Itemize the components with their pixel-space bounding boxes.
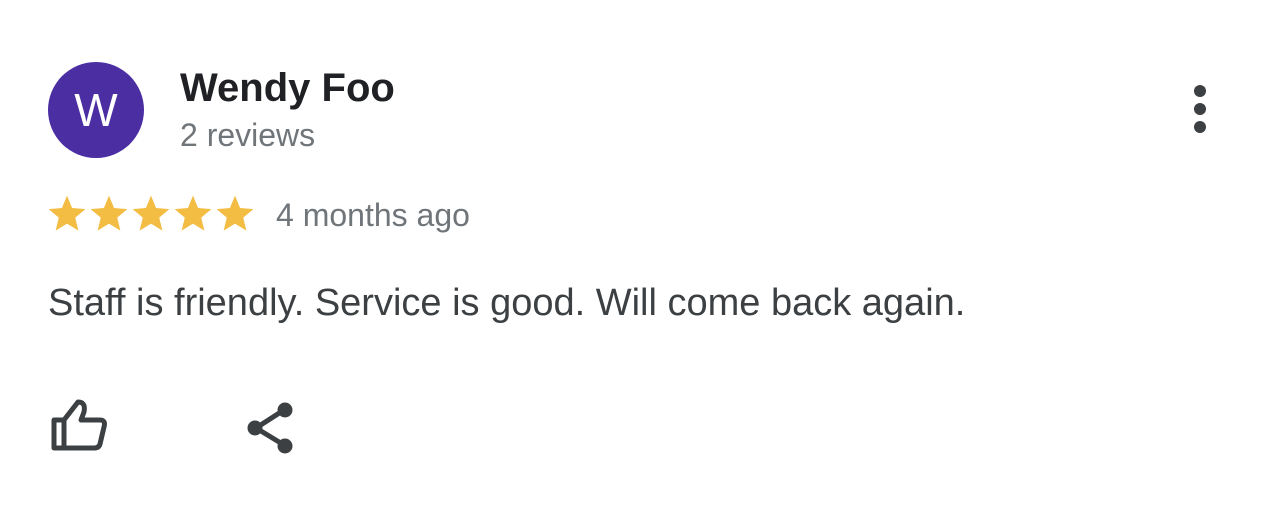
reviewer-name[interactable]: Wendy Foo <box>180 64 395 112</box>
reviewer-review-count: 2 reviews <box>180 117 316 153</box>
review-text: Staff is friendly. Service is good. Will… <box>48 282 966 324</box>
like-button[interactable] <box>46 396 110 460</box>
review-time: 4 months ago <box>276 197 470 233</box>
share-icon <box>247 402 293 454</box>
more-vert-icon <box>1194 85 1206 133</box>
more-options-button[interactable] <box>1176 80 1224 140</box>
avatar-initial: W <box>74 84 118 136</box>
star-icon <box>48 195 86 231</box>
star-rating <box>46 192 256 236</box>
star-icon <box>216 195 254 231</box>
share-button[interactable] <box>240 398 304 462</box>
thumb-up-icon <box>51 399 107 451</box>
star-icon <box>90 195 128 231</box>
avatar[interactable]: W <box>48 62 144 158</box>
star-icon <box>174 195 212 231</box>
star-icon <box>132 195 170 231</box>
